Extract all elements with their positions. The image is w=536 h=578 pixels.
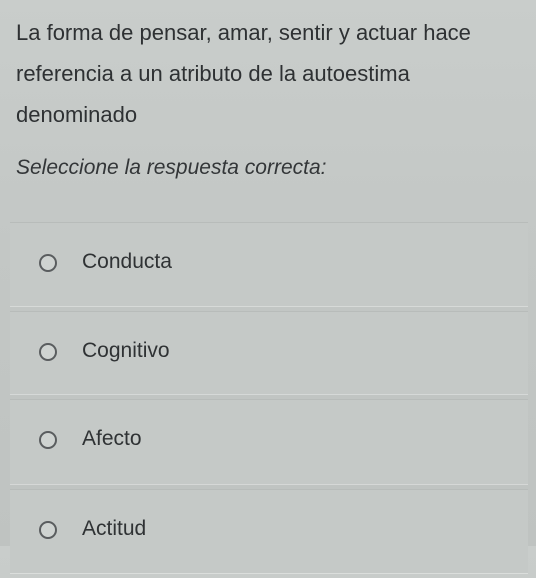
option-afecto[interactable]: Afecto (10, 399, 528, 484)
radio-button-icon[interactable] (39, 343, 57, 361)
option-actitud[interactable]: Actitud (10, 489, 528, 573)
question-text: La forma de pensar, amar, sentir y actua… (16, 20, 471, 127)
instruction-text: Seleccione la respuesta correcta: (16, 156, 327, 179)
option-label: Actitud (82, 517, 147, 540)
radio-button-icon[interactable] (39, 521, 57, 539)
answer-options: Conducta Cognitivo Afecto Actitud (10, 222, 528, 578)
option-label: Cognitivo (82, 339, 170, 362)
radio-button-icon[interactable] (39, 431, 57, 449)
option-conducta[interactable]: Conducta (10, 222, 528, 306)
radio-button-icon[interactable] (39, 254, 57, 272)
option-label: Afecto (82, 427, 142, 450)
option-label: Conducta (82, 250, 172, 273)
option-cognitivo[interactable]: Cognitivo (10, 311, 528, 394)
